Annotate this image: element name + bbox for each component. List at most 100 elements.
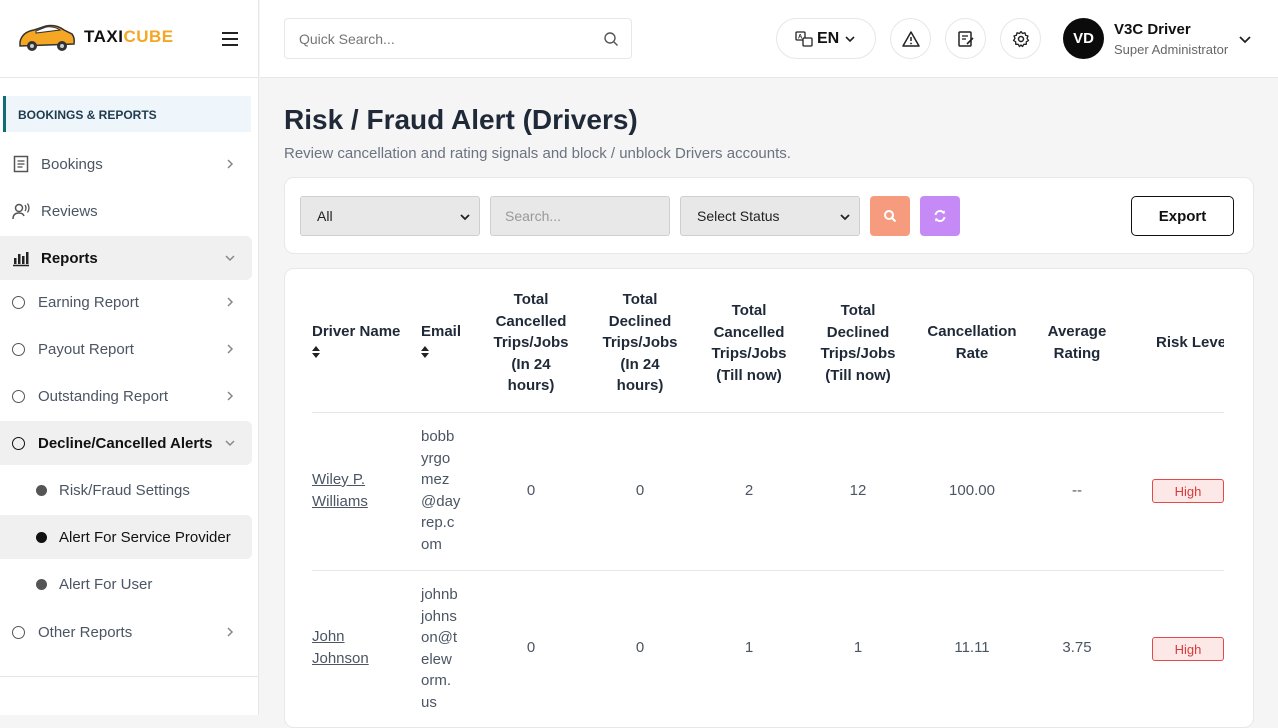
sidebar-item-label: Other Reports xyxy=(38,623,133,641)
sidebar-item-decline-cancelled-alerts[interactable]: Decline/Cancelled Alerts xyxy=(0,421,252,465)
driver-name-link[interactable]: John Johnson xyxy=(312,626,369,669)
notes-button[interactable] xyxy=(945,18,986,59)
header-line: Total xyxy=(622,291,658,308)
brand-name: TAXICUBE xyxy=(84,27,174,47)
filter-search-placeholder: Search... xyxy=(505,208,562,224)
header-driver-name[interactable]: Driver Name xyxy=(312,321,400,358)
header-line: Total xyxy=(513,291,549,308)
header-divider xyxy=(312,412,1224,413)
topbar: A EN VD V3C Driver Super Administrator xyxy=(260,0,1278,78)
alert-button[interactable] xyxy=(890,18,931,59)
email-line: om xyxy=(421,535,442,553)
chevron-down-icon xyxy=(845,35,855,42)
cancelled-24h-cell: 0 xyxy=(526,639,536,656)
header-line: Trips/Jobs xyxy=(602,334,678,351)
header-line: (Till now) xyxy=(716,366,782,384)
email-line: mez xyxy=(421,471,450,488)
chevron-down-icon xyxy=(840,214,850,221)
email-line: bobb xyxy=(421,428,455,445)
chevron-right-icon xyxy=(227,159,234,169)
header-line: Total xyxy=(840,302,876,319)
export-button[interactable]: Export xyxy=(1131,196,1234,236)
sidebar-item-risk-fraud-settings[interactable]: Risk/Fraud Settings xyxy=(0,468,252,512)
sidebar-item-reviews[interactable]: Reviews xyxy=(0,189,252,233)
sidebar-item-label: Earning Report xyxy=(38,293,139,311)
reset-button[interactable] xyxy=(920,196,960,236)
email-cell: johnb johns on@t elew orm. us xyxy=(421,584,463,713)
quick-search-input[interactable] xyxy=(285,19,575,58)
email-cell: bobb yrgo mez @day rep.c om xyxy=(421,426,463,555)
sidebar-item-label: Alert For User xyxy=(59,575,153,593)
dot-icon xyxy=(36,484,47,496)
risk-badge: High xyxy=(1152,479,1224,503)
type-select[interactable]: All xyxy=(300,196,480,236)
logo[interactable]: TAXICUBE xyxy=(16,20,174,54)
name-line: Johnson xyxy=(312,649,369,667)
header-line: (In 24 xyxy=(620,355,660,373)
chevron-down-icon[interactable] xyxy=(1238,32,1252,46)
sidebar-item-label: Alert For Service Provider xyxy=(59,528,231,546)
circle-icon xyxy=(12,389,25,403)
cancellation-rate-cell: 11.11 xyxy=(954,639,990,656)
sort-icon[interactable] xyxy=(421,345,429,358)
average-rating-cell: 3.75 xyxy=(1062,639,1092,656)
circle-icon xyxy=(12,295,25,309)
status-select-value: Select Status xyxy=(697,208,780,224)
sidebar-item-other-reports[interactable]: Other Reports xyxy=(0,610,252,654)
taxi-car-icon xyxy=(19,24,75,51)
sort-icon[interactable] xyxy=(312,345,320,358)
alerts-table: Driver Name Email Total Cancelled Trips/Jo… xyxy=(284,268,1254,728)
header-email[interactable]: Email xyxy=(421,321,461,358)
brand-part1: TAXI xyxy=(84,27,124,46)
email-line: johnb xyxy=(421,586,458,603)
menu-toggle-icon[interactable] xyxy=(222,32,238,46)
sidebar: TAXICUBE BOOKINGS & REPORTS Bookings Rev… xyxy=(0,0,259,715)
risk-badge: High xyxy=(1152,637,1224,661)
user-name[interactable]: V3C Driver xyxy=(1114,21,1191,38)
header-line: Trips/Jobs xyxy=(711,345,787,362)
language-selector[interactable]: A EN xyxy=(776,18,876,59)
filter-card: All Search... Select Status Export xyxy=(284,177,1254,254)
search-button[interactable] xyxy=(870,196,910,236)
email-line: johns xyxy=(421,607,457,625)
sidebar-item-label: Risk/Fraud Settings xyxy=(59,481,190,499)
dot-icon xyxy=(36,578,47,590)
chevron-down-icon xyxy=(225,255,235,262)
sidebar-item-alert-service-provider[interactable]: Alert For Service Provider xyxy=(0,515,252,559)
email-line: orm. xyxy=(421,672,451,689)
sidebar-item-bookings[interactable]: Bookings xyxy=(0,142,252,186)
settings-button[interactable] xyxy=(1000,18,1041,59)
chevron-down-icon xyxy=(460,214,470,221)
sidebar-item-earning-report[interactable]: Earning Report xyxy=(0,280,252,324)
header-line: (Till now) xyxy=(825,366,891,384)
header-line: Cancellation xyxy=(927,323,1017,340)
header-line: hours) xyxy=(507,377,555,394)
sidebar-divider xyxy=(0,676,259,677)
email-line: elew xyxy=(421,650,452,668)
header-line: Total xyxy=(731,302,767,319)
dot-icon xyxy=(36,531,47,543)
sidebar-item-payout-report[interactable]: Payout Report xyxy=(0,327,252,371)
sidebar-item-outstanding-report[interactable]: Outstanding Report xyxy=(0,374,252,418)
sidebar-item-reports[interactable]: Reports xyxy=(0,236,252,280)
avatar[interactable]: VD xyxy=(1063,18,1104,59)
logo-bar: TAXICUBE xyxy=(0,0,258,78)
declined-24h-cell: 0 xyxy=(635,482,645,499)
email-line: on@t xyxy=(421,629,458,646)
header-cancellation-rate: Cancellation Rate xyxy=(917,321,1027,364)
driver-name-link[interactable]: Wiley P. Williams xyxy=(312,469,368,512)
search-icon[interactable] xyxy=(603,31,619,47)
header-line: Declined xyxy=(608,312,672,330)
sidebar-item-label: Bookings xyxy=(41,155,103,173)
filter-search-input[interactable]: Search... xyxy=(490,196,670,236)
warning-icon xyxy=(901,30,920,47)
sidebar-item-alert-user[interactable]: Alert For User xyxy=(0,562,252,606)
status-select[interactable]: Select Status xyxy=(680,196,860,236)
cancelled-24h-cell: 0 xyxy=(526,482,536,499)
header-line: Rate xyxy=(955,344,989,362)
document-icon xyxy=(13,155,29,173)
chevron-right-icon xyxy=(227,344,234,354)
chevron-right-icon xyxy=(227,627,234,637)
svg-text:A: A xyxy=(798,34,803,40)
declined-total-cell: 12 xyxy=(849,482,867,499)
